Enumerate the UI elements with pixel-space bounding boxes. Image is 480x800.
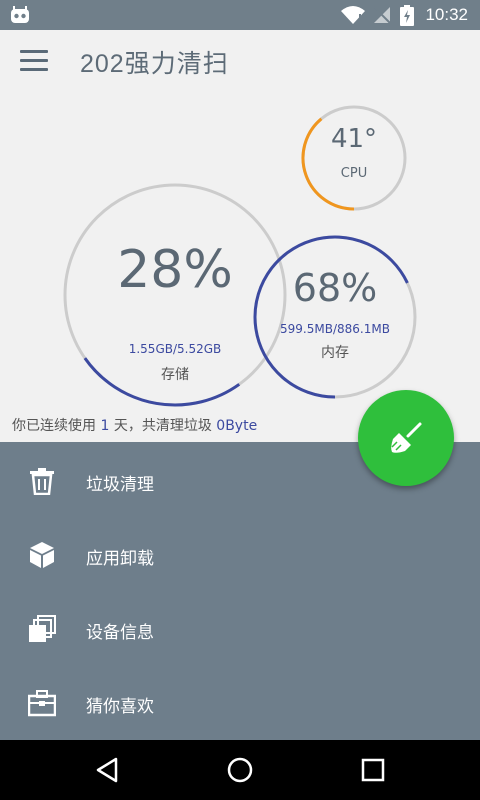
signal-icon [373, 6, 391, 24]
broom-icon [391, 422, 422, 453]
home-icon[interactable] [225, 755, 255, 785]
back-icon[interactable] [92, 755, 122, 785]
menu-label: 设备信息 [86, 623, 154, 643]
device-info-icon [29, 615, 56, 642]
usage-days: 1 [100, 418, 110, 434]
trash-icon [30, 468, 54, 495]
memory-label: 内存 [321, 345, 349, 361]
clean-button[interactable] [358, 390, 454, 486]
briefcase-icon [28, 690, 56, 717]
app-title: 202强力清扫 [80, 50, 229, 78]
menu-label: 垃圾清理 [86, 475, 154, 495]
battery-icon [400, 5, 414, 26]
android-debug-icon [11, 6, 29, 23]
memory-gauge[interactable]: 68% 599.5MB/886.1MB 内存 [252, 234, 418, 400]
menu-item-recommendations[interactable]: 猜你喜欢 [0, 666, 480, 740]
hamburger-menu-icon[interactable] [20, 50, 48, 72]
feature-menu: 垃圾清理 应用卸载 设备信息 猜你喜欢 [0, 442, 480, 740]
memory-percent: 68% [292, 266, 378, 310]
clock: 10:32 [425, 5, 468, 24]
menu-item-device-info[interactable]: 设备信息 [0, 592, 480, 666]
usage-mid: 天，共清理垃圾 [113, 418, 212, 434]
menu-label: 猜你喜欢 [86, 697, 154, 717]
status-bar: 10:32 [0, 0, 480, 30]
system-nav-bar [0, 740, 480, 800]
app-toolbar: 202强力清扫 [0, 30, 480, 94]
wifi-icon [341, 6, 365, 24]
memory-detail: 599.5MB/886.1MB [280, 322, 390, 336]
cleaned-amount: 0Byte [216, 418, 258, 434]
menu-item-app-uninstall[interactable]: 应用卸载 [0, 518, 480, 592]
memory-usage-arc [253, 235, 409, 399]
usage-prefix: 你已连续使用 [12, 418, 96, 434]
recents-icon[interactable] [358, 755, 388, 785]
package-icon [30, 542, 54, 568]
cpu-gauge[interactable]: 41° CPU [300, 104, 408, 212]
usage-summary: 你已连续使用 1 天，共清理垃圾 0Byte [12, 415, 257, 435]
cpu-temperature: 41° [330, 124, 378, 154]
menu-label: 应用卸载 [86, 549, 154, 569]
cpu-label: CPU [340, 166, 368, 181]
